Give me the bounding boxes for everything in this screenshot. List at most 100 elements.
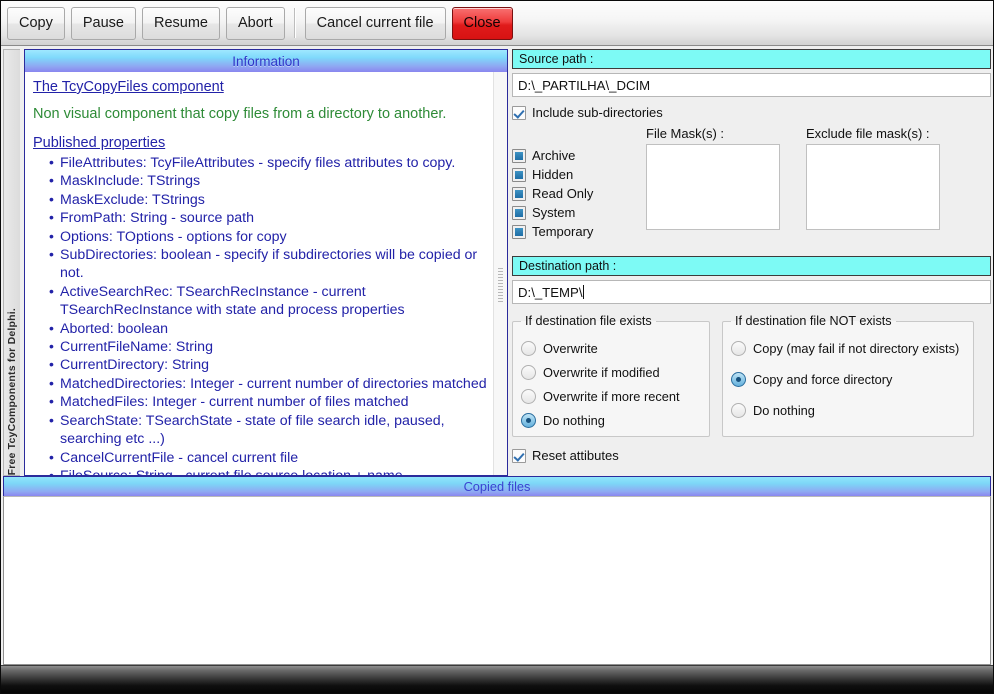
text-caret <box>583 285 584 299</box>
source-path-label: Source path : <box>519 52 593 66</box>
list-item: MatchedFiles: Integer - current number o… <box>49 393 490 411</box>
include-subdirectories-row[interactable]: Include sub-directories <box>512 105 991 120</box>
copy-may-fail-radio[interactable] <box>731 341 746 356</box>
list-item: MatchedDirectories: Integer - current nu… <box>49 375 490 393</box>
do-nothing-not-exists-radio[interactable] <box>731 403 746 418</box>
temporary-label: Temporary <box>532 224 593 239</box>
reset-attributes-row[interactable]: Reset attibutes <box>512 448 991 463</box>
copied-files-list[interactable] <box>3 496 991 665</box>
list-item: CancelCurrentFile - cancel current file <box>49 449 490 467</box>
component-description: Non visual component that copy files fro… <box>33 105 490 124</box>
toolbar: Copy Pause Resume Abort Cancel current f… <box>1 1 993 46</box>
copy-button[interactable]: Copy <box>7 7 65 40</box>
if-not-exists-legend: If destination file NOT exists <box>731 314 896 328</box>
include-subdirectories-label: Include sub-directories <box>532 105 663 120</box>
list-item: FromPath: String - source path <box>49 209 490 227</box>
copied-files-section: Copied files <box>1 476 993 665</box>
system-checkbox[interactable] <box>512 206 526 220</box>
file-mask-label: File Mask(s) : <box>646 126 780 141</box>
archive-checkbox[interactable] <box>512 149 526 163</box>
destination-path-input[interactable]: D:\_TEMP\ <box>512 280 991 304</box>
source-path-bar: Source path : <box>512 49 991 69</box>
list-item: CurrentDirectory: String <box>49 356 490 374</box>
include-subdirectories-checkbox[interactable] <box>512 106 526 120</box>
radio-overwrite-if-modified[interactable]: Overwrite if modified <box>521 365 701 380</box>
list-item: SearchState: TSearchState - state of fil… <box>49 412 490 449</box>
copy-force-directory-radio[interactable] <box>731 372 746 387</box>
do-nothing-exists-label: Do nothing <box>543 413 605 428</box>
hidden-checkbox[interactable] <box>512 168 526 182</box>
list-item: CurrentFileName: String <box>49 338 490 356</box>
options-pane: Source path : D:\_PARTILHA\_DCIM Include… <box>512 49 991 476</box>
radio-do-nothing-not-exists[interactable]: Do nothing <box>731 403 965 418</box>
source-path-input[interactable]: D:\_PARTILHA\_DCIM <box>512 73 991 97</box>
reset-attributes-checkbox[interactable] <box>512 449 526 463</box>
exclude-mask-group: Exclude file mask(s) : <box>806 126 940 239</box>
information-panel: Information The TcyCopyFiles component N… <box>24 49 508 476</box>
attribute-row-hidden[interactable]: Hidden <box>512 167 646 182</box>
vertical-brand-strip: Free TcyComponents for Delphi. <box>3 49 20 476</box>
vertical-brand-label: Free TcyComponents for Delphi. <box>6 304 18 475</box>
pause-button[interactable]: Pause <box>71 7 136 40</box>
radio-do-nothing-exists[interactable]: Do nothing <box>521 413 701 428</box>
attribute-row-archive[interactable]: Archive <box>512 148 646 163</box>
copy-may-fail-label: Copy (may fail if not directory exists) <box>753 341 959 356</box>
information-content: The TcyCopyFiles component Non visual co… <box>25 72 494 475</box>
attribute-row-read-only[interactable]: Read Only <box>512 186 646 201</box>
status-bar <box>1 665 993 693</box>
hidden-label: Hidden <box>532 167 573 182</box>
exclude-mask-label: Exclude file mask(s) : <box>806 126 940 141</box>
do-nothing-exists-radio[interactable] <box>521 413 536 428</box>
destination-options: If destination file exists Overwrite Ove… <box>512 314 991 437</box>
list-item: Aborted: boolean <box>49 320 490 338</box>
radio-copy-force-directory[interactable]: Copy and force directory <box>731 372 965 387</box>
radio-overwrite[interactable]: Overwrite <box>521 341 701 356</box>
attribute-row-system[interactable]: System <box>512 205 646 220</box>
list-item: MaskExclude: TStrings <box>49 191 490 209</box>
radio-overwrite-if-more-recent[interactable]: Overwrite if more recent <box>521 389 701 404</box>
copied-files-header: Copied files <box>3 476 991 496</box>
information-panel-body: The TcyCopyFiles component Non visual co… <box>25 72 507 475</box>
copy-force-directory-label: Copy and force directory <box>753 372 892 387</box>
overwrite-if-modified-label: Overwrite if modified <box>543 365 660 380</box>
resume-button[interactable]: Resume <box>142 7 220 40</box>
exclude-mask-input[interactable] <box>806 144 940 230</box>
list-item: Options: TOptions - options for copy <box>49 228 490 246</box>
temporary-checkbox[interactable] <box>512 225 526 239</box>
scrollbar-grip[interactable] <box>498 268 503 302</box>
if-not-exists-group: If destination file NOT exists Copy (may… <box>722 314 974 437</box>
destination-path-label: Destination path : <box>519 259 616 273</box>
information-panel-header: Information <box>25 50 507 72</box>
list-item: MaskInclude: TStrings <box>49 172 490 190</box>
overwrite-if-more-recent-label: Overwrite if more recent <box>543 389 680 404</box>
close-button[interactable]: Close <box>452 7 513 40</box>
file-mask-input[interactable] <box>646 144 780 230</box>
list-item: FileSource: String - current file source… <box>49 467 490 475</box>
overwrite-label: Overwrite <box>543 341 598 356</box>
read-only-checkbox[interactable] <box>512 187 526 201</box>
destination-path-bar: Destination path : <box>512 256 991 276</box>
destination-path-value: D:\_TEMP\ <box>518 285 582 300</box>
list-item: SubDirectories: boolean - specify if sub… <box>49 246 490 283</box>
attribute-row-temporary[interactable]: Temporary <box>512 224 646 239</box>
overwrite-if-modified-radio[interactable] <box>521 365 536 380</box>
radio-copy-may-fail[interactable]: Copy (may fail if not directory exists) <box>731 341 965 356</box>
toolbar-separator <box>294 8 296 38</box>
read-only-label: Read Only <box>532 186 593 201</box>
list-item: FileAttributes: TcyFileAttributes - spec… <box>49 154 490 172</box>
copy-files-window: Copy Pause Resume Abort Cancel current f… <box>0 0 994 694</box>
overwrite-radio[interactable] <box>521 341 536 356</box>
if-exists-legend: If destination file exists <box>521 314 656 328</box>
information-scrollbar[interactable] <box>493 72 507 475</box>
abort-button[interactable]: Abort <box>226 7 285 40</box>
attributes-and-masks: Archive Hidden Read Only System <box>512 126 991 239</box>
cancel-current-file-button[interactable]: Cancel current file <box>305 7 446 40</box>
component-title: The TcyCopyFiles component <box>33 78 490 97</box>
list-item: ActiveSearchRec: TSearchRecInstance - cu… <box>49 283 490 320</box>
system-label: System <box>532 205 575 220</box>
archive-label: Archive <box>532 148 575 163</box>
source-path-value: D:\_PARTILHA\_DCIM <box>518 78 650 93</box>
published-properties-list: FileAttributes: TcyFileAttributes - spec… <box>33 154 490 475</box>
overwrite-if-more-recent-radio[interactable] <box>521 389 536 404</box>
reset-attributes-label: Reset attibutes <box>532 448 619 463</box>
